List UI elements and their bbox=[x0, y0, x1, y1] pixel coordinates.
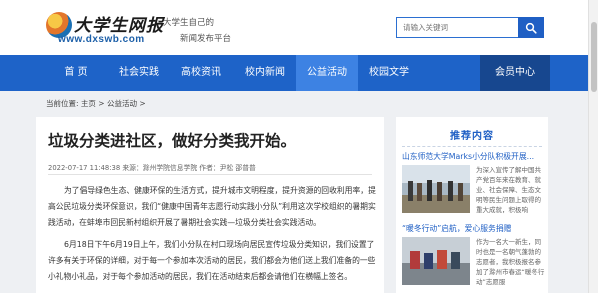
article-meta: 2022-07-17 11:48:38 来源：滁州学院信息学院 作者：尹松 邵普… bbox=[48, 164, 256, 172]
recommended-item-title[interactable]: “暖冬行动”启航，爱心服务捐赠 bbox=[402, 223, 548, 234]
search-input[interactable] bbox=[396, 17, 518, 38]
article-paragraph: 为了倡导绿色生态、健康环保的生活方式，提升城市文明程度，提升资源的回收利用率，提… bbox=[48, 186, 376, 227]
logo-slogan-line2: 新闻发布平台 bbox=[180, 34, 232, 44]
article-title: 垃圾分类进社区，做好分类我开始。 bbox=[48, 132, 297, 150]
page-scrollbar[interactable] bbox=[588, 0, 598, 293]
logo-slogan-line1: 大学生自己的 bbox=[163, 18, 215, 28]
nav-item-public-welfare[interactable]: 公益活动 bbox=[296, 55, 358, 91]
article-paragraph: 6月18日下午6月19日上午，我们小分队在村口现场向居民宣传垃圾分类知识，我们设… bbox=[48, 240, 376, 281]
recommended-item-thumbnail[interactable] bbox=[402, 165, 470, 213]
recommended-item-summary: 作为一名大一新生，同时也是一名朝气蓬勃的志愿者，我积极报名参加了滁州市春运“暖冬… bbox=[476, 238, 545, 286]
nav-item-campus-info[interactable]: 高校资讯 bbox=[170, 55, 232, 91]
recommended-item-summary: 为深入宣传了解中国共产党百年来在教育、就业、社会保障、生态文明等民生问题上取得的… bbox=[476, 166, 541, 214]
article-panel: 垃圾分类进社区，做好分类我开始。 2022-07-17 11:48:38 来源：… bbox=[36, 117, 384, 293]
recommended-heading: 推荐内容 bbox=[450, 131, 494, 142]
article-divider bbox=[48, 174, 372, 175]
site-header: 大学生网报 www.dxswb.com 大学生自己的 新闻发布平台 bbox=[0, 0, 598, 55]
nav-item-home[interactable]: 首 页 bbox=[46, 55, 106, 91]
scrollbar-thumb[interactable] bbox=[591, 22, 597, 92]
main-nav: 首 页 社会实践 高校资讯 校内新闻 公益活动 校园文学 会员中心 bbox=[0, 55, 598, 91]
member-center-button[interactable]: 会员中心 bbox=[480, 55, 550, 91]
nav-item-campus-literature[interactable]: 校园文学 bbox=[358, 55, 420, 91]
recommended-item-title[interactable]: 山东师范大学Marks小分队积极开展... bbox=[402, 151, 548, 162]
recommended-item-thumbnail[interactable] bbox=[402, 237, 470, 285]
search-box bbox=[396, 17, 544, 38]
logo-url: www.dxswb.com bbox=[58, 34, 145, 45]
site-logo[interactable]: 大学生网报 www.dxswb.com 大学生自己的 新闻发布平台 bbox=[46, 12, 236, 46]
recommended-divider bbox=[402, 146, 542, 147]
logo-title: 大学生网报 bbox=[74, 16, 164, 36]
breadcrumb: 当前位置: 主页 > 公益活动 > bbox=[46, 99, 146, 108]
search-button[interactable] bbox=[518, 17, 544, 38]
recommended-sidebar: 推荐内容 山东师范大学Marks小分队积极开展... 为深入宣传了解中国共产党百… bbox=[396, 117, 548, 293]
nav-item-campus-news[interactable]: 校内新闻 bbox=[234, 55, 296, 91]
search-icon bbox=[525, 22, 537, 34]
nav-item-social-practice[interactable]: 社会实践 bbox=[108, 55, 170, 91]
